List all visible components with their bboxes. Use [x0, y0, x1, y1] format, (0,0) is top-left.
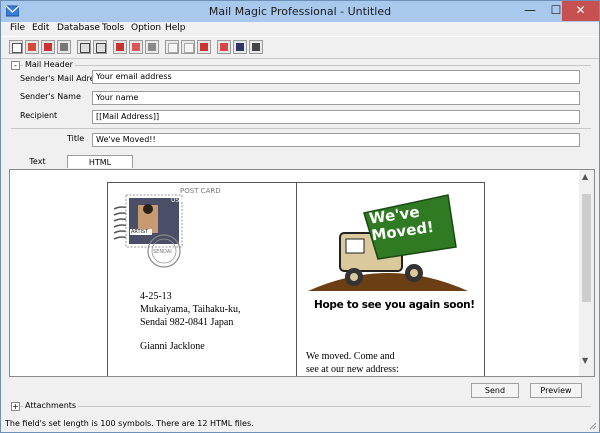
align-icon[interactable] — [217, 40, 231, 54]
grid-icon[interactable] — [181, 40, 195, 54]
tab-text[interactable]: Text — [10, 155, 65, 168]
postcard-address-line1: Mukaiyama, Taihaku-ku, — [140, 304, 241, 315]
save-icon[interactable] — [41, 40, 55, 54]
sender-mail-field[interactable]: Your email address — [92, 70, 580, 84]
receive-mail-icon[interactable] — [93, 40, 107, 54]
postcard-divider — [296, 183, 297, 376]
postcard-signature: Gianni Jacklone — [140, 341, 205, 352]
preview-button[interactable]: Preview — [530, 383, 582, 398]
resize-grip-icon[interactable] — [589, 422, 597, 430]
delete-icon[interactable] — [197, 40, 211, 54]
menu-edit[interactable]: Edit — [32, 23, 49, 33]
scroll-thumb[interactable] — [582, 194, 591, 302]
status-bar-text: The field's set length is 100 symbols. T… — [5, 419, 254, 428]
menu-option[interactable]: Option — [131, 23, 161, 33]
menu-bar: File Edit Database Tools Option Help — [1, 22, 599, 36]
scroll-up-icon[interactable]: ▲ — [582, 172, 588, 181]
title-bar: Mail Magic Professional - Untitled — ☐ ✕ — [1, 1, 599, 22]
window-title: Mail Magic Professional - Untitled — [208, 5, 392, 18]
recipient-label: Recipient — [20, 111, 58, 120]
paste-icon[interactable] — [145, 40, 159, 54]
open-icon[interactable] — [25, 40, 39, 54]
minimize-button[interactable]: — — [517, 1, 543, 21]
attachments-expand-button[interactable]: + — [11, 402, 20, 411]
copy-icon[interactable] — [129, 40, 143, 54]
html-preview-pane[interactable]: POST CARD USA ARTIST SENDAI 4-25-13 Muka — [9, 169, 595, 377]
postcard-address-line2: Sendai 982-0841 Japan — [140, 317, 234, 328]
sender-name-field[interactable]: Your name — [92, 91, 580, 105]
tab-html[interactable]: HTML — [67, 155, 133, 168]
scroll-down-icon[interactable]: ▼ — [582, 356, 588, 365]
menu-file[interactable]: File — [10, 23, 25, 33]
postcard-body-line1: We moved. Come and — [306, 351, 395, 362]
mail-header-group — [11, 65, 591, 66]
postcard-date: 4-25-13 — [140, 291, 172, 302]
tree-icon[interactable] — [233, 40, 247, 54]
postmark-text: SENDAI — [153, 249, 172, 255]
vertical-scrollbar[interactable]: ▲ ▼ — [579, 170, 594, 376]
sender-name-label: Sender's Name — [20, 92, 81, 101]
title-label: Title — [67, 134, 85, 143]
mail-header-label: Mail Header — [23, 60, 75, 69]
menu-help[interactable]: Help — [165, 23, 186, 33]
mail-header-collapse-button[interactable]: - — [11, 61, 20, 70]
sender-mail-label: Sender's Mail Adress — [20, 74, 103, 83]
cut-icon[interactable] — [113, 40, 127, 54]
save-as-icon[interactable] — [57, 40, 71, 54]
stamp-text: USA — [171, 197, 184, 204]
menu-database[interactable]: Database — [57, 23, 100, 33]
title-field[interactable]: We've Moved!! — [92, 133, 580, 147]
postcard: POST CARD USA ARTIST SENDAI 4-25-13 Muka — [107, 182, 485, 376]
menu-tools[interactable]: Tools — [102, 23, 124, 33]
export-icon[interactable] — [249, 40, 263, 54]
send-mail-icon[interactable] — [77, 40, 91, 54]
send-button[interactable]: Send — [471, 383, 519, 398]
postcard-tagline: Hope to see you again soon! — [314, 299, 475, 311]
list-icon[interactable] — [165, 40, 179, 54]
close-button[interactable]: ✕ — [562, 1, 599, 21]
attachments-group — [11, 406, 591, 407]
app-window: Mail Magic Professional - Untitled — ☐ ✕… — [0, 0, 600, 433]
stamp-caption: ARTIST — [131, 229, 149, 235]
attachments-label: Attachments — [23, 401, 79, 410]
recipient-field[interactable]: [[Mail Address]] — [92, 110, 580, 124]
toolbar — [1, 36, 599, 59]
new-icon[interactable] — [9, 40, 23, 54]
postcard-body-line2: see at our new address: — [306, 364, 399, 375]
header-divider — [11, 128, 591, 129]
